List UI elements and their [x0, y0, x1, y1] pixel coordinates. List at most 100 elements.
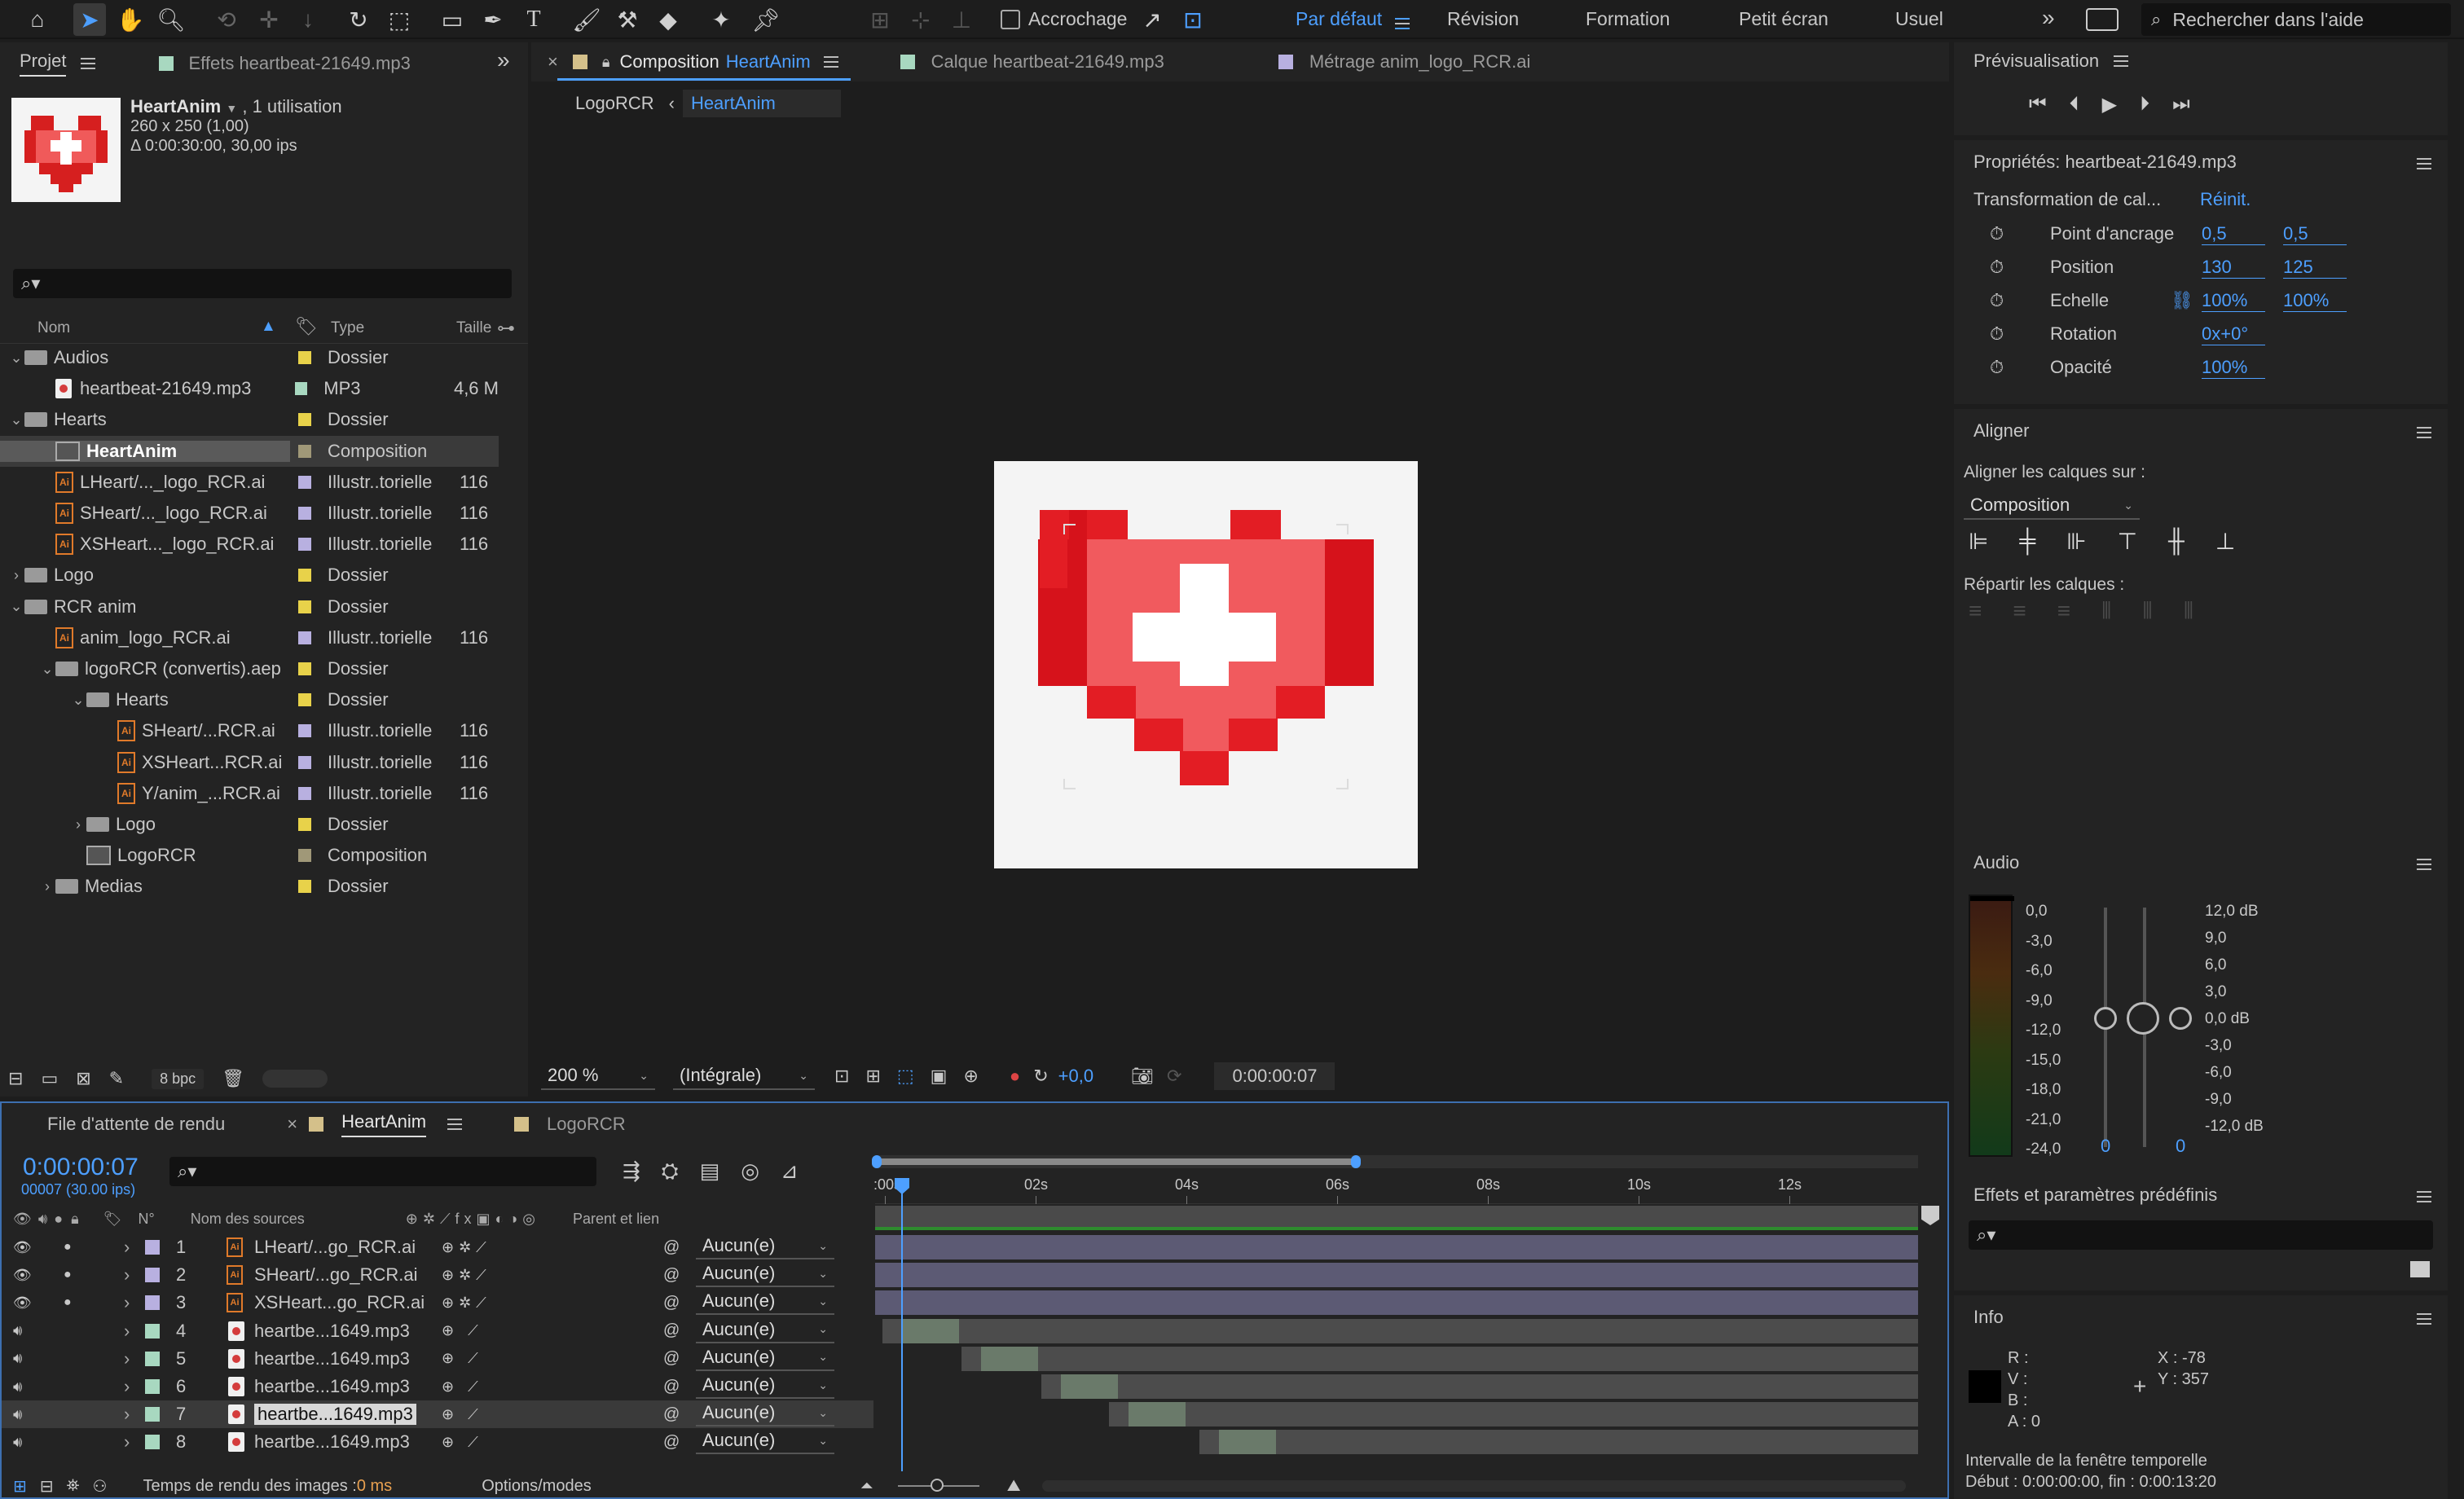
zoom-in-time-icon[interactable]: ⛰ — [1007, 1477, 1021, 1496]
layer-label-color[interactable] — [145, 1295, 160, 1311]
timeline-timecode[interactable]: 0:00:00:07 — [23, 1154, 139, 1181]
layer-switch-icons[interactable]: ⊕ ⟋ — [442, 1406, 483, 1423]
chevron-right-icon[interactable]: › — [70, 816, 86, 833]
speaker-icon[interactable]: 🔊︎ — [13, 1378, 22, 1396]
chevron-right-icon[interactable]: › — [8, 567, 24, 584]
previous-frame-icon[interactable]: ⏴ — [2070, 93, 2079, 116]
layer-duration-bar[interactable] — [882, 1318, 1918, 1343]
layer-parent-dropdown[interactable]: Aucun(e) ⌄ — [696, 1317, 834, 1343]
home-icon[interactable]: ⌂ — [21, 3, 54, 36]
roto-brush-icon[interactable]: ✦ — [705, 3, 737, 36]
audio-menu-icon[interactable] — [2417, 859, 2431, 870]
layer-source-name[interactable]: XSHeart...go_RCR.ai — [254, 1292, 425, 1313]
project-item[interactable]: ⌄ Audios Dossier — [0, 342, 499, 373]
constrain-proportions-icon[interactable]: ⛓ — [2171, 290, 2193, 311]
layer-switch-icons[interactable]: ⊕ ⟋ — [442, 1322, 483, 1339]
audio-fader-master-knob[interactable] — [2127, 1002, 2159, 1035]
navigator-start-handle[interactable] — [872, 1155, 882, 1168]
label-color-swatch[interactable] — [298, 818, 311, 831]
workspace-formation[interactable]: Formation — [1586, 8, 1670, 30]
eye-icon[interactable]: 👁︎ — [13, 1267, 32, 1284]
layer-row[interactable]: 🔊︎ › 8 heartbe...1649.mp3 ⊕ ⟋ @ Aucun(e) ⌄ — [2, 1428, 873, 1456]
workspace-revision[interactable]: Révision — [1447, 8, 1519, 30]
col-source-name[interactable]: Nom des sources — [191, 1211, 305, 1228]
selected-item-dropdown-icon[interactable]: ▼ — [226, 102, 237, 115]
layer-parent-dropdown[interactable]: Aucun(e) ⌄ — [696, 1345, 834, 1371]
bit-depth-button[interactable]: 8 bpc — [152, 1068, 205, 1089]
workspace-menu-icon[interactable] — [1395, 13, 1410, 34]
graph-editor-icon[interactable]: ⊿ — [781, 1158, 799, 1185]
eye-icon[interactable]: 👁︎ — [13, 1295, 32, 1312]
pen-tool-icon[interactable]: ✒ — [477, 3, 509, 36]
next-frame-icon[interactable]: ⏵ — [2140, 93, 2149, 116]
col-layer-number[interactable]: N° — [139, 1211, 155, 1228]
orbit-camera-icon[interactable]: ⟲ — [210, 3, 243, 36]
new-preset-icon[interactable] — [2410, 1261, 2430, 1277]
layer-duration-bar[interactable] — [875, 1263, 1918, 1288]
pan-behind-icon[interactable]: ⬚ — [383, 3, 416, 36]
layer-label-color[interactable] — [145, 1435, 160, 1450]
viewer-timecode[interactable]: 0:00:00:07 — [1214, 1062, 1335, 1090]
align-right-icon[interactable]: ⊪ — [2066, 528, 2086, 555]
lock-switch-icon[interactable]: 🔒︎ — [71, 1211, 79, 1228]
layer-switch-icons[interactable]: ⊕✲⟋ — [442, 1267, 491, 1284]
exposure-value[interactable]: +0,0 — [1058, 1066, 1093, 1087]
grid-guides-icon[interactable]: ⊕ — [963, 1066, 978, 1087]
project-item[interactable]: Ai SHeart/...RCR.ai Illustr..torielle 116 — [0, 715, 499, 746]
comp-mini-flowchart-icon[interactable]: ⇶ — [623, 1158, 640, 1185]
solo-dot-icon[interactable]: ● — [64, 1268, 72, 1282]
label-color-swatch[interactable] — [298, 444, 311, 458]
stopwatch-icon[interactable]: ⏱ — [1990, 323, 2004, 345]
solo-switch-icon[interactable]: ● — [54, 1211, 63, 1228]
layer-label-color[interactable] — [145, 1240, 160, 1255]
label-column-icon[interactable]: 🏷︎ — [295, 316, 318, 337]
expand-layer-icon[interactable]: › — [124, 1404, 130, 1425]
rectangle-tool-icon[interactable]: ▭ — [436, 3, 469, 36]
layer-switch-icons[interactable]: ⊕✲⟋ — [442, 1295, 491, 1312]
chevron-down-icon[interactable]: ⌄ — [70, 692, 86, 709]
layer-duration-bar[interactable] — [1108, 1402, 1918, 1427]
play-icon[interactable]: ▶ — [2102, 93, 2117, 116]
layer-duration-bar[interactable] — [875, 1235, 1918, 1259]
breadcrumb-current[interactable]: HeartAnim — [682, 90, 841, 117]
stopwatch-icon[interactable]: ⏱ — [1990, 223, 2004, 244]
layer-source-name[interactable]: SHeart/...go_RCR.ai — [254, 1264, 418, 1286]
layer-parent-dropdown[interactable]: Aucun(e) ⌄ — [696, 1233, 834, 1259]
layer-row[interactable]: 👁︎ ● › 1 Ai LHeart/...go_RCR.ai ⊕✲⟋ @ Aucun(e) ⌄ — [2, 1233, 873, 1261]
layer-row[interactable]: 👁︎ ● › 3 Ai XSHeart...go_RCR.ai ⊕✲⟋ @ Aucun(e) ⌄ — [2, 1289, 873, 1317]
lock-icon[interactable]: 🔒︎ — [602, 54, 610, 71]
world-axis-icon[interactable]: ⊹ — [904, 3, 937, 36]
speaker-icon[interactable]: 🔊︎ — [13, 1434, 22, 1451]
layer-row[interactable]: 👁︎ ● › 2 Ai SHeart/...go_RCR.ai ⊕✲⟋ @ Aucun(e) ⌄ — [2, 1261, 873, 1289]
work-area-bar[interactable] — [875, 1158, 1356, 1165]
chevron-down-icon[interactable]: ⌄ — [8, 411, 24, 429]
snapping-checkbox[interactable] — [1001, 10, 1020, 29]
pick-whip-icon[interactable]: @ — [663, 1321, 680, 1340]
video-switch-icon[interactable]: 👁︎ — [13, 1211, 32, 1228]
label-color-swatch[interactable] — [298, 724, 311, 738]
project-item[interactable]: Ai Y/anim_...RCR.ai Illustr..torielle 116 — [0, 778, 499, 809]
align-vertical-center-icon[interactable]: ╫ — [2168, 528, 2185, 555]
project-item[interactable]: HeartAnim Composition — [0, 435, 499, 467]
zoom-out-time-icon[interactable]: ⏶ — [860, 1477, 873, 1496]
show-snapshot-icon[interactable]: ⟳ — [1167, 1066, 1181, 1087]
col-parent[interactable]: Parent et lien — [573, 1211, 659, 1228]
layer-switch-icons[interactable]: ⊕ ⟋ — [442, 1350, 483, 1367]
layer-source-name[interactable]: heartbe...1649.mp3 — [254, 1376, 410, 1397]
frame-blending-icon[interactable]: ▤ — [700, 1158, 720, 1185]
options-modes-toggle[interactable]: Options/modes — [482, 1477, 592, 1496]
label-color-swatch[interactable] — [298, 693, 311, 707]
panel-overflow-icon[interactable]: » — [497, 47, 510, 73]
transform-property-value-2[interactable]: 0,5 — [2283, 223, 2347, 245]
render-time-icon[interactable]: ⚇ — [93, 1476, 108, 1497]
motion-blur-icon[interactable]: ◎ — [741, 1158, 759, 1185]
audio-fader-left-knob[interactable] — [2094, 1007, 2117, 1030]
chevron-down-icon[interactable]: ⌄ — [39, 661, 55, 678]
project-item[interactable]: heartbeat-21649.mp3 MP3 4,6 M — [0, 373, 499, 404]
effects-menu-icon[interactable] — [2417, 1191, 2431, 1202]
distribute-right-icon[interactable]: ⦀ — [2184, 598, 2193, 625]
brush-tool-icon[interactable]: 🖌︎ — [570, 3, 603, 36]
audio-right-value[interactable]: 0 — [2176, 1136, 2185, 1157]
sort-ascending-icon[interactable]: ▲ — [261, 318, 276, 336]
reset-link[interactable]: Réinit. — [2200, 189, 2251, 210]
